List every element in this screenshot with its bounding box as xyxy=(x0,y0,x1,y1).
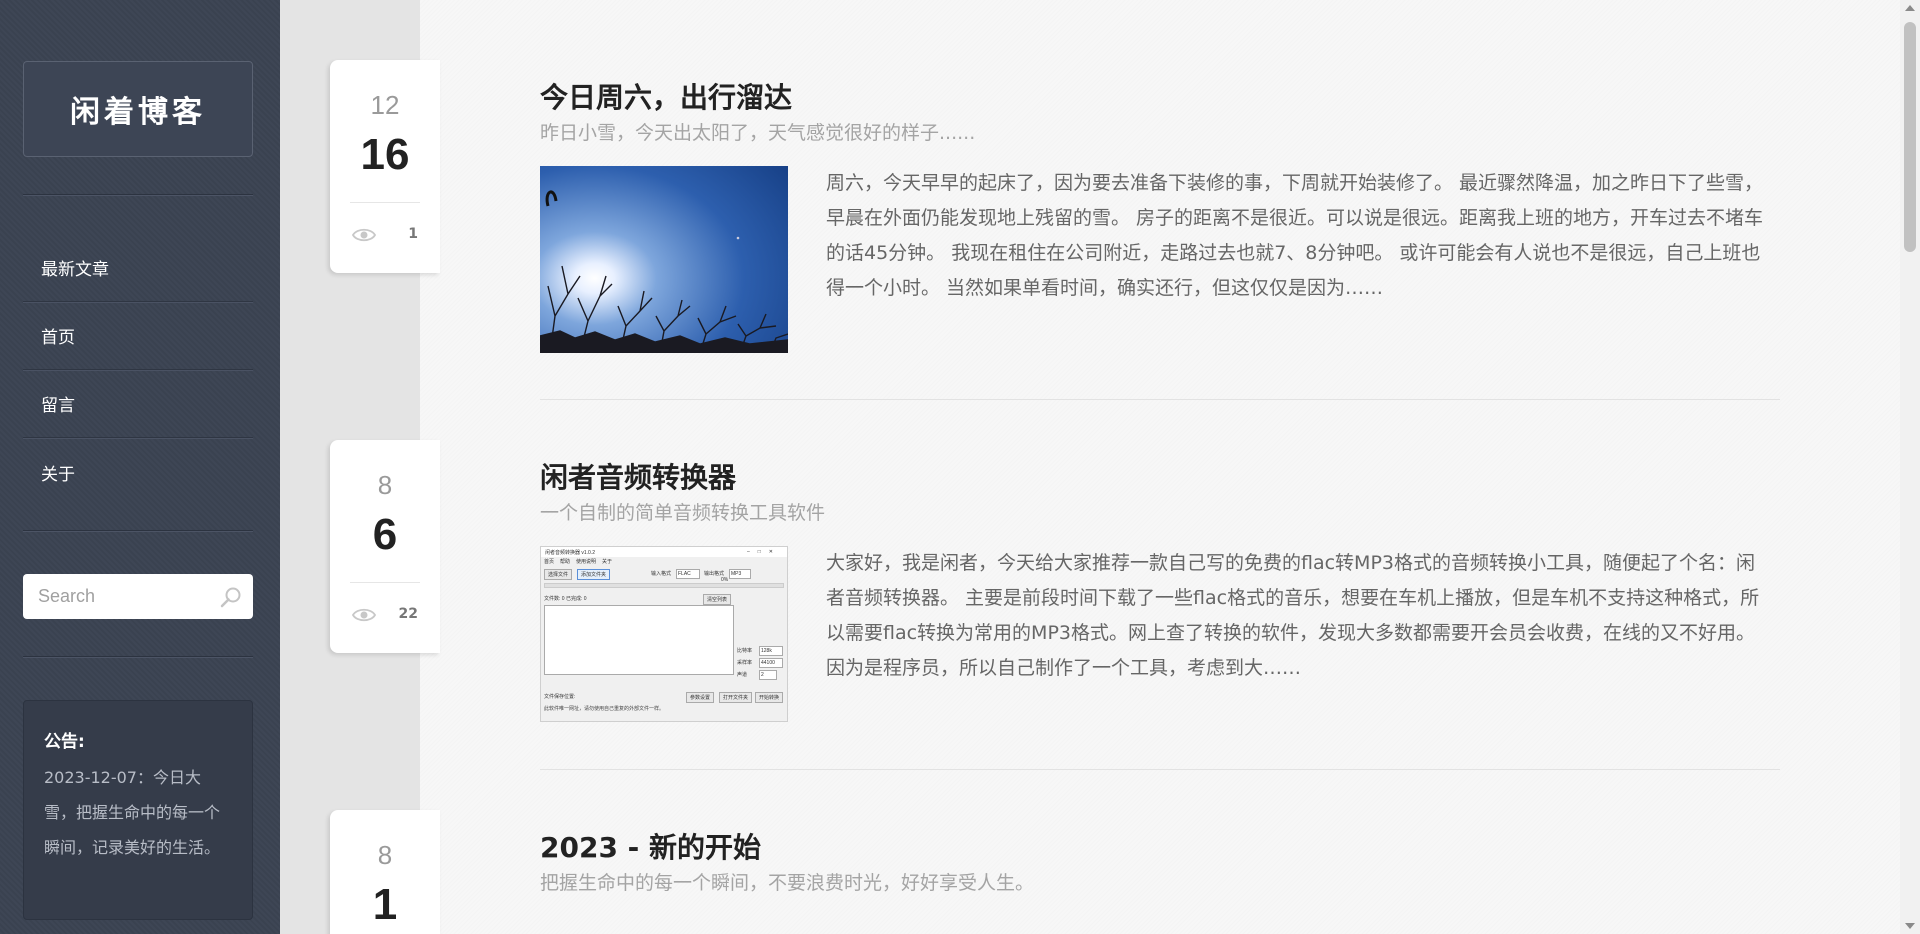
search-input[interactable] xyxy=(23,576,203,617)
search-box xyxy=(23,574,253,619)
post-excerpt: 大家好，我是闲者，今天给大家推荐一款自己写的免费的flac转MP3格式的音频转换… xyxy=(826,552,1760,679)
sidebar: 闲着博客 最新文章 首页 留言 关于 公告: 2023-12-07：今日大雪，把… xyxy=(0,0,280,934)
eye-icon xyxy=(352,228,376,242)
divider xyxy=(350,582,420,583)
view-count: 22 xyxy=(398,606,418,622)
nav-item-home[interactable]: 首页 xyxy=(23,302,253,370)
app-bitrate-select: 128k xyxy=(759,646,783,656)
notice-title: 公告: xyxy=(44,732,85,752)
date-card: 8 6 22 xyxy=(330,440,440,653)
app-menu-item: 使用说明 xyxy=(576,559,597,565)
app-settings-button: 参数设置 xyxy=(686,692,715,703)
app-samplerate-label: 采样率 xyxy=(737,660,753,666)
post-day: 6 xyxy=(372,510,398,559)
notice-panel: 公告: 2023-12-07：今日大雪，把握生命中的每一个瞬间，记录美好的生活。 xyxy=(23,700,253,920)
nav-item-label[interactable]: 关于 xyxy=(41,460,75,485)
notice-body: 2023-12-07：今日大雪，把握生命中的每一个瞬间，记录美好的生活。 xyxy=(44,768,221,857)
post-item: 今日周六，出行溜达 昨日小雪，今天出太阳了，天气感觉很好的样子...... 周六… xyxy=(540,80,1780,353)
site-logo-text[interactable]: 闲着博客 xyxy=(70,87,206,131)
app-footer-note: 此软件唯一网址，请勿使用自己重复的外部文件一样。 xyxy=(544,706,665,712)
divider xyxy=(23,656,253,658)
eye-icon xyxy=(352,608,376,622)
post-item: 2023 - 新的开始 把握生命中的每一个瞬间，不要浪费时光，好好享受人生。 xyxy=(540,830,1780,896)
divider xyxy=(23,194,253,196)
app-progress-bar xyxy=(544,583,784,588)
app-add-folder-button: 添加文件夹 xyxy=(577,569,611,580)
app-channels-label: 声道 xyxy=(737,672,748,678)
post-month: 12 xyxy=(370,90,400,120)
search-icon[interactable] xyxy=(219,585,243,609)
view-count: 1 xyxy=(408,226,418,242)
scroll-up-arrow-icon[interactable] xyxy=(1905,5,1915,11)
site-logo[interactable]: 闲着博客 xyxy=(23,61,253,157)
post-thumbnail-sky[interactable] xyxy=(540,166,788,353)
post-month: 8 xyxy=(377,470,393,500)
post-title[interactable]: 闲者音频转换器 xyxy=(540,460,1780,496)
main-nav: 最新文章 首页 留言 关于 xyxy=(23,234,253,506)
app-bitrate-label: 比特率 xyxy=(737,648,753,654)
post-thumbnail-app-screenshot[interactable]: 闲者音频转换器 v1.0.2 –□✕ 首页 帮助 使用说明 关于 选择文件 添加… xyxy=(540,546,788,722)
nav-item-latest[interactable]: 最新文章 xyxy=(23,234,253,302)
post-title[interactable]: 2023 - 新的开始 xyxy=(540,830,1780,866)
post-month: 8 xyxy=(377,840,393,870)
app-menu-item: 关于 xyxy=(602,559,613,565)
nav-item-about[interactable]: 关于 xyxy=(23,438,253,506)
nav-item-guestbook[interactable]: 留言 xyxy=(23,370,253,438)
nav-item-label[interactable]: 最新文章 xyxy=(41,255,109,280)
app-start-button: 开始转换 xyxy=(755,692,784,703)
app-output-format-label: 输出格式 xyxy=(704,571,725,577)
app-select-file-button: 选择文件 xyxy=(544,569,573,580)
divider xyxy=(23,530,253,532)
scroll-down-arrow-icon[interactable] xyxy=(1905,923,1915,929)
date-card: 12 16 1 xyxy=(330,60,440,273)
app-open-folder-button: 打开文件夹 xyxy=(719,692,753,703)
app-input-format-label: 输入格式 xyxy=(651,571,672,577)
post-day: 16 xyxy=(360,130,410,179)
app-menu-item: 帮助 xyxy=(560,559,571,565)
app-clear-button: 清空列表 xyxy=(703,594,732,605)
app-progress-text: 0% xyxy=(721,577,729,583)
divider xyxy=(540,769,1780,770)
app-samplerate-select: 44100 xyxy=(759,658,783,668)
divider xyxy=(350,202,420,203)
app-channels-select: 2 xyxy=(759,670,777,680)
post-item: 闲者音频转换器 一个自制的简单音频转换工具软件 闲者音频转换器 v1.0.2 –… xyxy=(540,460,1780,722)
divider xyxy=(540,399,1780,400)
app-window-title: 闲者音频转换器 v1.0.2 xyxy=(545,549,596,556)
post-subtitle: 一个自制的简单音频转换工具软件 xyxy=(540,502,826,524)
nav-item-label[interactable]: 留言 xyxy=(41,391,75,416)
app-input-format-select: FLAC xyxy=(676,569,700,579)
date-card: 8 1 xyxy=(330,810,440,934)
app-file-count: 文件数: 0 已完成: 0 xyxy=(544,596,587,602)
post-subtitle: 把握生命中的每一个瞬间，不要浪费时光，好好享受人生。 xyxy=(540,872,1035,894)
app-file-list xyxy=(544,605,734,675)
app-output-format-select: MP3 xyxy=(729,569,751,579)
post-title[interactable]: 今日周六，出行溜达 xyxy=(540,80,1780,116)
scrollbar[interactable] xyxy=(1900,0,1920,934)
app-output-dir-label: 文件保存位置: xyxy=(544,694,576,700)
app-menu-item: 首页 xyxy=(544,559,555,565)
nav-item-label[interactable]: 首页 xyxy=(41,323,75,348)
post-day: 1 xyxy=(372,880,398,929)
post-excerpt: 周六，今天早早的起床了，因为要去准备下装修的事，下周就开始装修了。 最近骤然降温… xyxy=(826,172,1764,299)
scrollbar-thumb[interactable] xyxy=(1904,22,1916,252)
post-subtitle: 昨日小雪，今天出太阳了，天气感觉很好的样子...... xyxy=(540,122,976,144)
